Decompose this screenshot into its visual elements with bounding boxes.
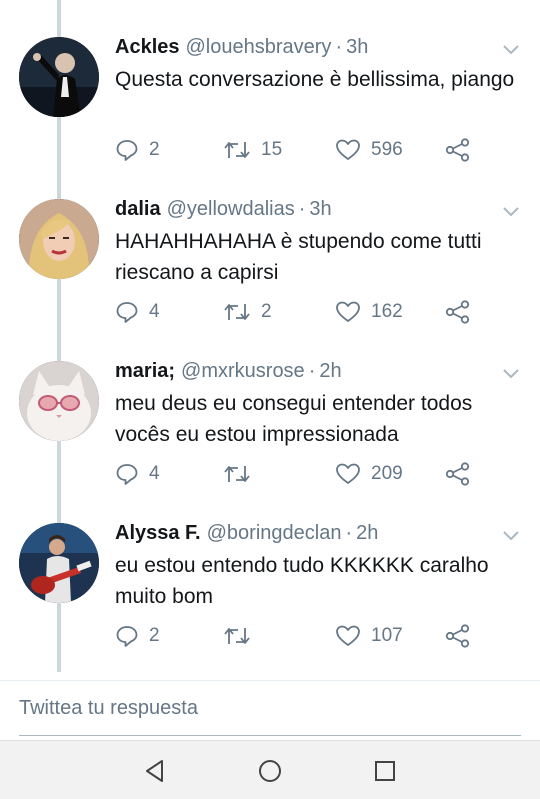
share-icon: [445, 624, 470, 648]
back-icon[interactable]: [142, 758, 168, 784]
tweet-text: eu estou entendo tudo KKKKKK caralho mui…: [115, 554, 489, 608]
tweet-header: Alyssa F. @boringdeclan · 2h: [115, 519, 378, 547]
reply-button[interactable]: 4: [115, 298, 160, 326]
retweet-icon: [224, 304, 250, 320]
tweet-actions: 4 209: [115, 460, 475, 488]
retweet-count: 15: [261, 139, 283, 160]
display-name[interactable]: Ackles: [115, 36, 180, 58]
chevron-down-icon[interactable]: [502, 206, 520, 218]
reply-icon: [116, 140, 138, 161]
separator: ·: [345, 522, 353, 544]
tweet-text: Questa conversazione è bellissima, piang…: [115, 68, 515, 91]
tweet[interactable]: Alyssa F. @boringdeclan · 2h eu estou enten…: [0, 486, 540, 648]
like-button[interactable]: 209: [335, 460, 403, 488]
like-count: 596: [371, 139, 403, 160]
like-icon: [336, 139, 360, 160]
like-count: 107: [371, 625, 403, 646]
like-icon: [336, 301, 360, 322]
tweet-text: HAHAHHAHAHA è stupendo come tutti riesca…: [115, 230, 482, 284]
recent-apps-icon[interactable]: [372, 758, 398, 784]
reply-button[interactable]: 4: [115, 460, 160, 488]
timestamp[interactable]: 2h: [356, 522, 378, 544]
like-button[interactable]: 596: [335, 136, 403, 164]
tweet-header: maria; @mxrkusrose · 2h: [115, 357, 342, 385]
retweet-button[interactable]: 15: [223, 136, 282, 164]
share-icon: [445, 462, 470, 486]
reply-count: 2: [149, 625, 160, 646]
retweet-button[interactable]: [223, 460, 261, 488]
tweet[interactable]: Ackles @louehsbravery · 3h Questa conversaz…: [0, 0, 540, 162]
tweet-header: dalia @yellowdalias · 3h: [115, 195, 332, 223]
separator: ·: [335, 36, 343, 58]
chevron-down-icon[interactable]: [502, 530, 520, 542]
retweet-icon: [224, 142, 250, 158]
reply-count: 4: [149, 463, 160, 484]
user-handle[interactable]: @louehsbravery: [186, 36, 332, 58]
like-icon: [336, 625, 360, 646]
like-count: 209: [371, 463, 403, 484]
share-button[interactable]: [445, 460, 471, 488]
retweet-button[interactable]: 2: [223, 298, 272, 326]
user-handle[interactable]: @boringdeclan: [207, 522, 342, 544]
tweet-text: meu deus eu consegui entender todos você…: [115, 392, 473, 446]
timestamp[interactable]: 3h: [346, 36, 368, 58]
reply-icon: [116, 302, 138, 323]
reply-icon: [116, 626, 138, 647]
retweet-icon: [224, 628, 250, 644]
share-icon: [445, 300, 470, 324]
chevron-down-icon[interactable]: [502, 368, 520, 380]
reply-count: 4: [149, 301, 160, 322]
share-button[interactable]: [445, 136, 471, 164]
display-name[interactable]: dalia: [115, 198, 161, 220]
share-button[interactable]: [445, 298, 471, 326]
avatar[interactable]: [19, 37, 99, 117]
reply-button[interactable]: 2: [115, 136, 160, 164]
like-count: 162: [371, 301, 403, 322]
user-handle[interactable]: @mxrkusrose: [181, 360, 305, 382]
avatar[interactable]: [19, 361, 99, 441]
display-name[interactable]: maria;: [115, 360, 175, 382]
reply-button[interactable]: 2: [115, 622, 160, 650]
avatar[interactable]: [19, 523, 99, 603]
system-navigation-bar: [0, 740, 540, 799]
reply-count: 2: [149, 139, 160, 160]
retweet-button[interactable]: [223, 622, 261, 650]
like-icon: [336, 463, 360, 484]
tweet-header: Ackles @louehsbravery · 3h: [115, 33, 368, 61]
timestamp[interactable]: 2h: [319, 360, 341, 382]
separator: ·: [308, 360, 316, 382]
avatar[interactable]: [19, 199, 99, 279]
display-name[interactable]: Alyssa F.: [115, 522, 201, 544]
tweet[interactable]: maria; @mxrkusrose · 2h meu deus eu consegu…: [0, 324, 540, 486]
tweet-actions: 2 107: [115, 622, 475, 650]
reply-input-underline: [19, 735, 521, 736]
share-button[interactable]: [445, 622, 471, 650]
timestamp[interactable]: 3h: [309, 198, 331, 220]
reply-input[interactable]: Twittea tu respuesta: [19, 697, 198, 720]
separator: ·: [298, 198, 306, 220]
retweet-count: 2: [261, 301, 272, 322]
reply-icon: [116, 464, 138, 485]
reply-composer[interactable]: Twittea tu respuesta: [0, 680, 540, 736]
like-button[interactable]: 162: [335, 298, 403, 326]
tweet[interactable]: dalia @yellowdalias · 3h HAHAHHAHAHA è stup…: [0, 162, 540, 324]
tweet-actions: 4 2 162: [115, 298, 475, 326]
retweet-icon: [224, 466, 250, 482]
like-button[interactable]: 107: [335, 622, 403, 650]
chevron-down-icon[interactable]: [502, 44, 520, 56]
home-icon[interactable]: [257, 758, 283, 784]
user-handle[interactable]: @yellowdalias: [167, 198, 295, 220]
share-icon: [445, 138, 470, 162]
tweet-actions: 2 15 596: [115, 136, 475, 164]
